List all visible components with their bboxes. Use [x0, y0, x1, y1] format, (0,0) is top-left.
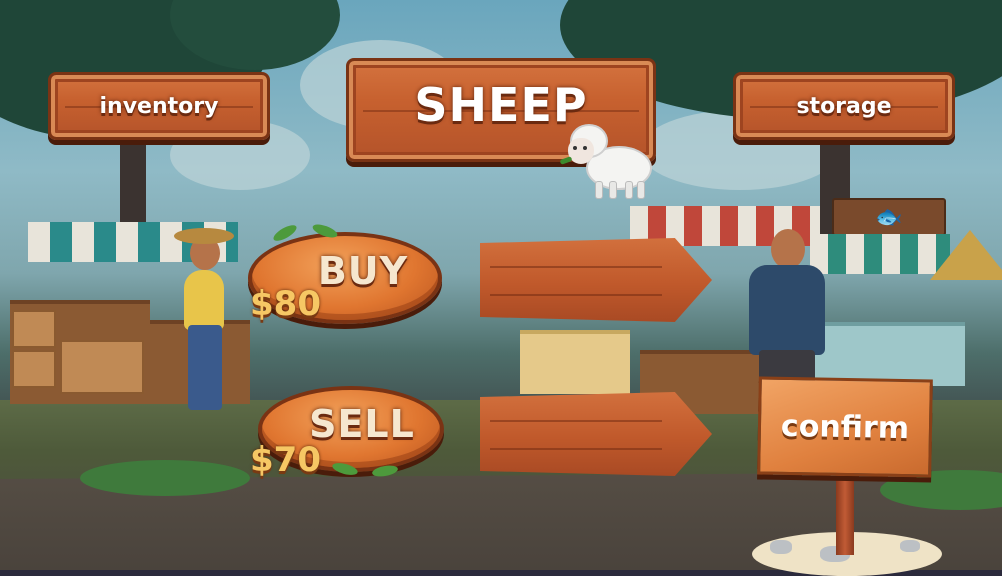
- sell-label: SELL: [309, 402, 415, 446]
- stall-awning: [810, 234, 950, 274]
- sheep-icon: [559, 122, 656, 202]
- buy-quantity-field[interactable]: [480, 238, 712, 322]
- confirm-button[interactable]: confirm: [757, 376, 933, 478]
- signpost-pole: [836, 470, 854, 555]
- crate: [12, 310, 56, 348]
- rock: [770, 540, 792, 554]
- inventory-label: inventory: [99, 93, 219, 119]
- grass-patch: [80, 460, 250, 496]
- farmer-woman: [170, 220, 240, 420]
- sell-quantity-field[interactable]: [480, 392, 712, 476]
- inventory-button[interactable]: inventory: [48, 72, 270, 140]
- buy-price: $80: [250, 284, 321, 324]
- buy-label: BUY: [317, 249, 409, 293]
- sell-quantity-value: [480, 392, 712, 476]
- storage-button[interactable]: storage: [733, 72, 955, 140]
- storage-label: storage: [796, 93, 892, 119]
- buy-quantity-value: [480, 238, 712, 322]
- crate: [12, 350, 56, 388]
- sell-price: $70: [250, 440, 321, 480]
- cheese-counter: [520, 330, 630, 394]
- rock: [900, 540, 920, 552]
- fish-counter: [815, 322, 965, 386]
- confirm-label: confirm: [780, 408, 910, 446]
- fish-icon: 🐟: [832, 198, 946, 236]
- crate: [60, 340, 144, 394]
